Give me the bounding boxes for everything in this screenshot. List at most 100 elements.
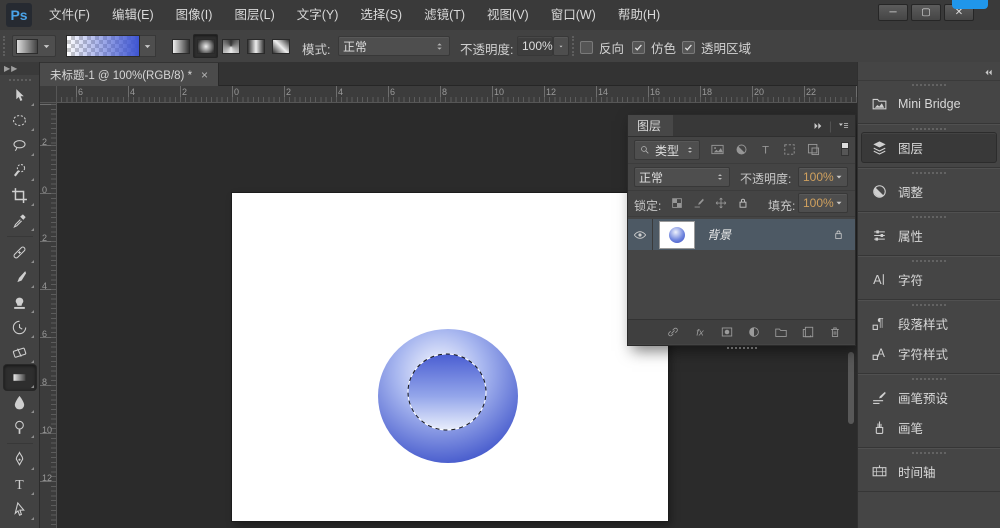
layer-opacity-input[interactable]: 100%	[798, 167, 848, 187]
lock-all-button[interactable]	[736, 196, 750, 210]
lock-paint-button[interactable]	[692, 196, 706, 210]
dock-button-brush-panel[interactable]: 画笔	[862, 413, 996, 442]
crop-tool[interactable]	[4, 183, 36, 208]
folder-button[interactable]	[774, 325, 788, 339]
clone-stamp-tool[interactable]	[4, 290, 36, 315]
layers-panel-resize-grip[interactable]	[628, 344, 855, 351]
type-filter-button[interactable]: T	[758, 142, 773, 157]
dock-button-timeline[interactable]: 时间轴	[862, 457, 996, 486]
menu-item-5[interactable]: 文字(Y)	[286, 0, 350, 30]
menu-item-3[interactable]: 图像(I)	[165, 0, 224, 30]
minimize-button[interactable]: ─	[878, 4, 908, 21]
dock-button-properties[interactable]: 属性	[862, 221, 996, 250]
link-button[interactable]	[666, 325, 680, 339]
panel-menu-icon[interactable]	[837, 119, 850, 132]
opacity-input[interactable]: 100%	[517, 36, 553, 56]
dock-group-grip[interactable]	[912, 260, 946, 262]
dock-group-grip[interactable]	[912, 452, 946, 454]
shape-filter-button[interactable]	[782, 142, 797, 157]
canvas-scrollbar-thumb[interactable]	[848, 352, 854, 424]
adjust-circle-button[interactable]	[747, 325, 761, 339]
menu-item-4[interactable]: 图层(L)	[223, 0, 285, 30]
fill-input[interactable]: 100%	[798, 193, 848, 213]
opacity-caret[interactable]	[553, 36, 569, 56]
dock-group-grip[interactable]	[912, 172, 946, 174]
eyedropper-tool[interactable]	[4, 208, 36, 233]
menu-item-8[interactable]: 视图(V)	[476, 0, 540, 30]
dock-group-grip[interactable]	[912, 378, 946, 380]
maximize-button[interactable]: ▢	[911, 4, 941, 21]
history-brush-tool[interactable]	[4, 315, 36, 340]
tools-collapse-icon[interactable]: ▶▶	[0, 62, 39, 75]
shape-tool[interactable]	[4, 522, 36, 528]
menu-item-2[interactable]: 编辑(E)	[101, 0, 165, 30]
dock-group-grip[interactable]	[912, 304, 946, 306]
mask-button[interactable]	[720, 325, 734, 339]
angle-gradient-button[interactable]	[218, 34, 243, 58]
gradient-editor[interactable]	[66, 35, 158, 57]
menu-item-9[interactable]: 窗口(W)	[540, 0, 607, 30]
trash-button[interactable]	[828, 325, 842, 339]
marquee-tool[interactable]	[4, 108, 36, 133]
透明区域-checkbox[interactable]	[682, 41, 695, 54]
menu-item-7[interactable]: 滤镜(T)	[413, 0, 476, 30]
horizontal-ruler[interactable]: 6 4 2 0 2 4 6 8 10 12 14 16 18 20 22	[57, 86, 857, 103]
dock-button-character-styles[interactable]: A 字符样式	[862, 339, 996, 368]
menu-item-6[interactable]: 选择(S)	[349, 0, 413, 30]
lasso-tool[interactable]	[4, 133, 36, 158]
dock-group-grip[interactable]	[912, 84, 946, 86]
lock-move-button[interactable]	[714, 196, 728, 210]
menu-item-10[interactable]: 帮助(H)	[607, 0, 671, 30]
layer-name[interactable]: 背景	[707, 226, 731, 243]
dock-button-paragraph-styles[interactable]: ¶ 段落样式	[862, 309, 996, 338]
layer-visibility-toggle[interactable]	[628, 219, 653, 250]
document-tab[interactable]: 未标题-1 @ 100%(RGB/8) * ×	[40, 63, 220, 86]
pen-tool[interactable]	[4, 447, 36, 472]
linear-gradient-button[interactable]	[168, 34, 193, 58]
new-layer-button[interactable]	[801, 325, 815, 339]
dock-button-brush-presets[interactable]: 画笔预设	[862, 383, 996, 412]
move-tool[interactable]	[4, 83, 36, 108]
type-tool[interactable]: T	[4, 472, 36, 497]
brush-tool[interactable]	[4, 265, 36, 290]
dock-group-grip[interactable]	[912, 216, 946, 218]
tab-close-icon[interactable]: ×	[201, 68, 208, 82]
notification-badge[interactable]	[952, 0, 988, 9]
diamond-gradient-button[interactable]	[268, 34, 293, 58]
layers-panel-header[interactable]: 图层 |	[628, 115, 855, 137]
layer-row-background[interactable]: 背景	[628, 219, 855, 250]
blur-tool[interactable]	[4, 390, 36, 415]
reflected-gradient-button[interactable]	[243, 34, 268, 58]
dock-button-mini-bridge[interactable]: Mini Bridge	[862, 89, 996, 118]
layer-thumbnail[interactable]	[659, 220, 695, 249]
quick-selection-tool[interactable]	[4, 158, 36, 183]
filter-type-select[interactable]: 类型	[634, 140, 700, 160]
dock-group-grip[interactable]	[912, 128, 946, 130]
fx-button[interactable]: fx	[693, 325, 707, 339]
dock-button-layers[interactable]: 图层	[862, 133, 996, 162]
healing-brush-tool[interactable]	[4, 240, 36, 265]
dock-collapse-icon[interactable]	[983, 67, 994, 78]
layers-tab[interactable]: 图层	[628, 115, 674, 136]
lock-transparent-button[interactable]	[670, 196, 684, 210]
gradient-tool[interactable]	[3, 365, 36, 390]
filter-toggle-button[interactable]	[841, 142, 849, 157]
path-selection-tool[interactable]	[4, 497, 36, 522]
仿色-checkbox[interactable]	[632, 41, 645, 54]
ruler-origin-corner[interactable]	[40, 86, 57, 103]
eraser-tool[interactable]	[4, 340, 36, 365]
menu-item-1[interactable]: 文件(F)	[38, 0, 101, 30]
dock-button-character[interactable]: A 字符	[862, 265, 996, 294]
dodge-tool[interactable]	[4, 415, 36, 440]
mode-select[interactable]: 正常	[338, 36, 450, 56]
adjustment-filter-button[interactable]	[734, 142, 749, 157]
dock-button-adjustments[interactable]: 调整	[862, 177, 996, 206]
panel-collapse-icon[interactable]	[812, 120, 824, 132]
gradient-picker-caret[interactable]	[140, 35, 156, 57]
反向-checkbox[interactable]	[580, 41, 593, 54]
gradient-preview[interactable]	[66, 35, 140, 57]
sphere-artwork[interactable]	[360, 318, 540, 478]
radial-gradient-button[interactable]	[193, 34, 218, 58]
pixel-filter-button[interactable]	[710, 142, 725, 157]
blend-mode-select[interactable]: 正常	[634, 167, 730, 187]
